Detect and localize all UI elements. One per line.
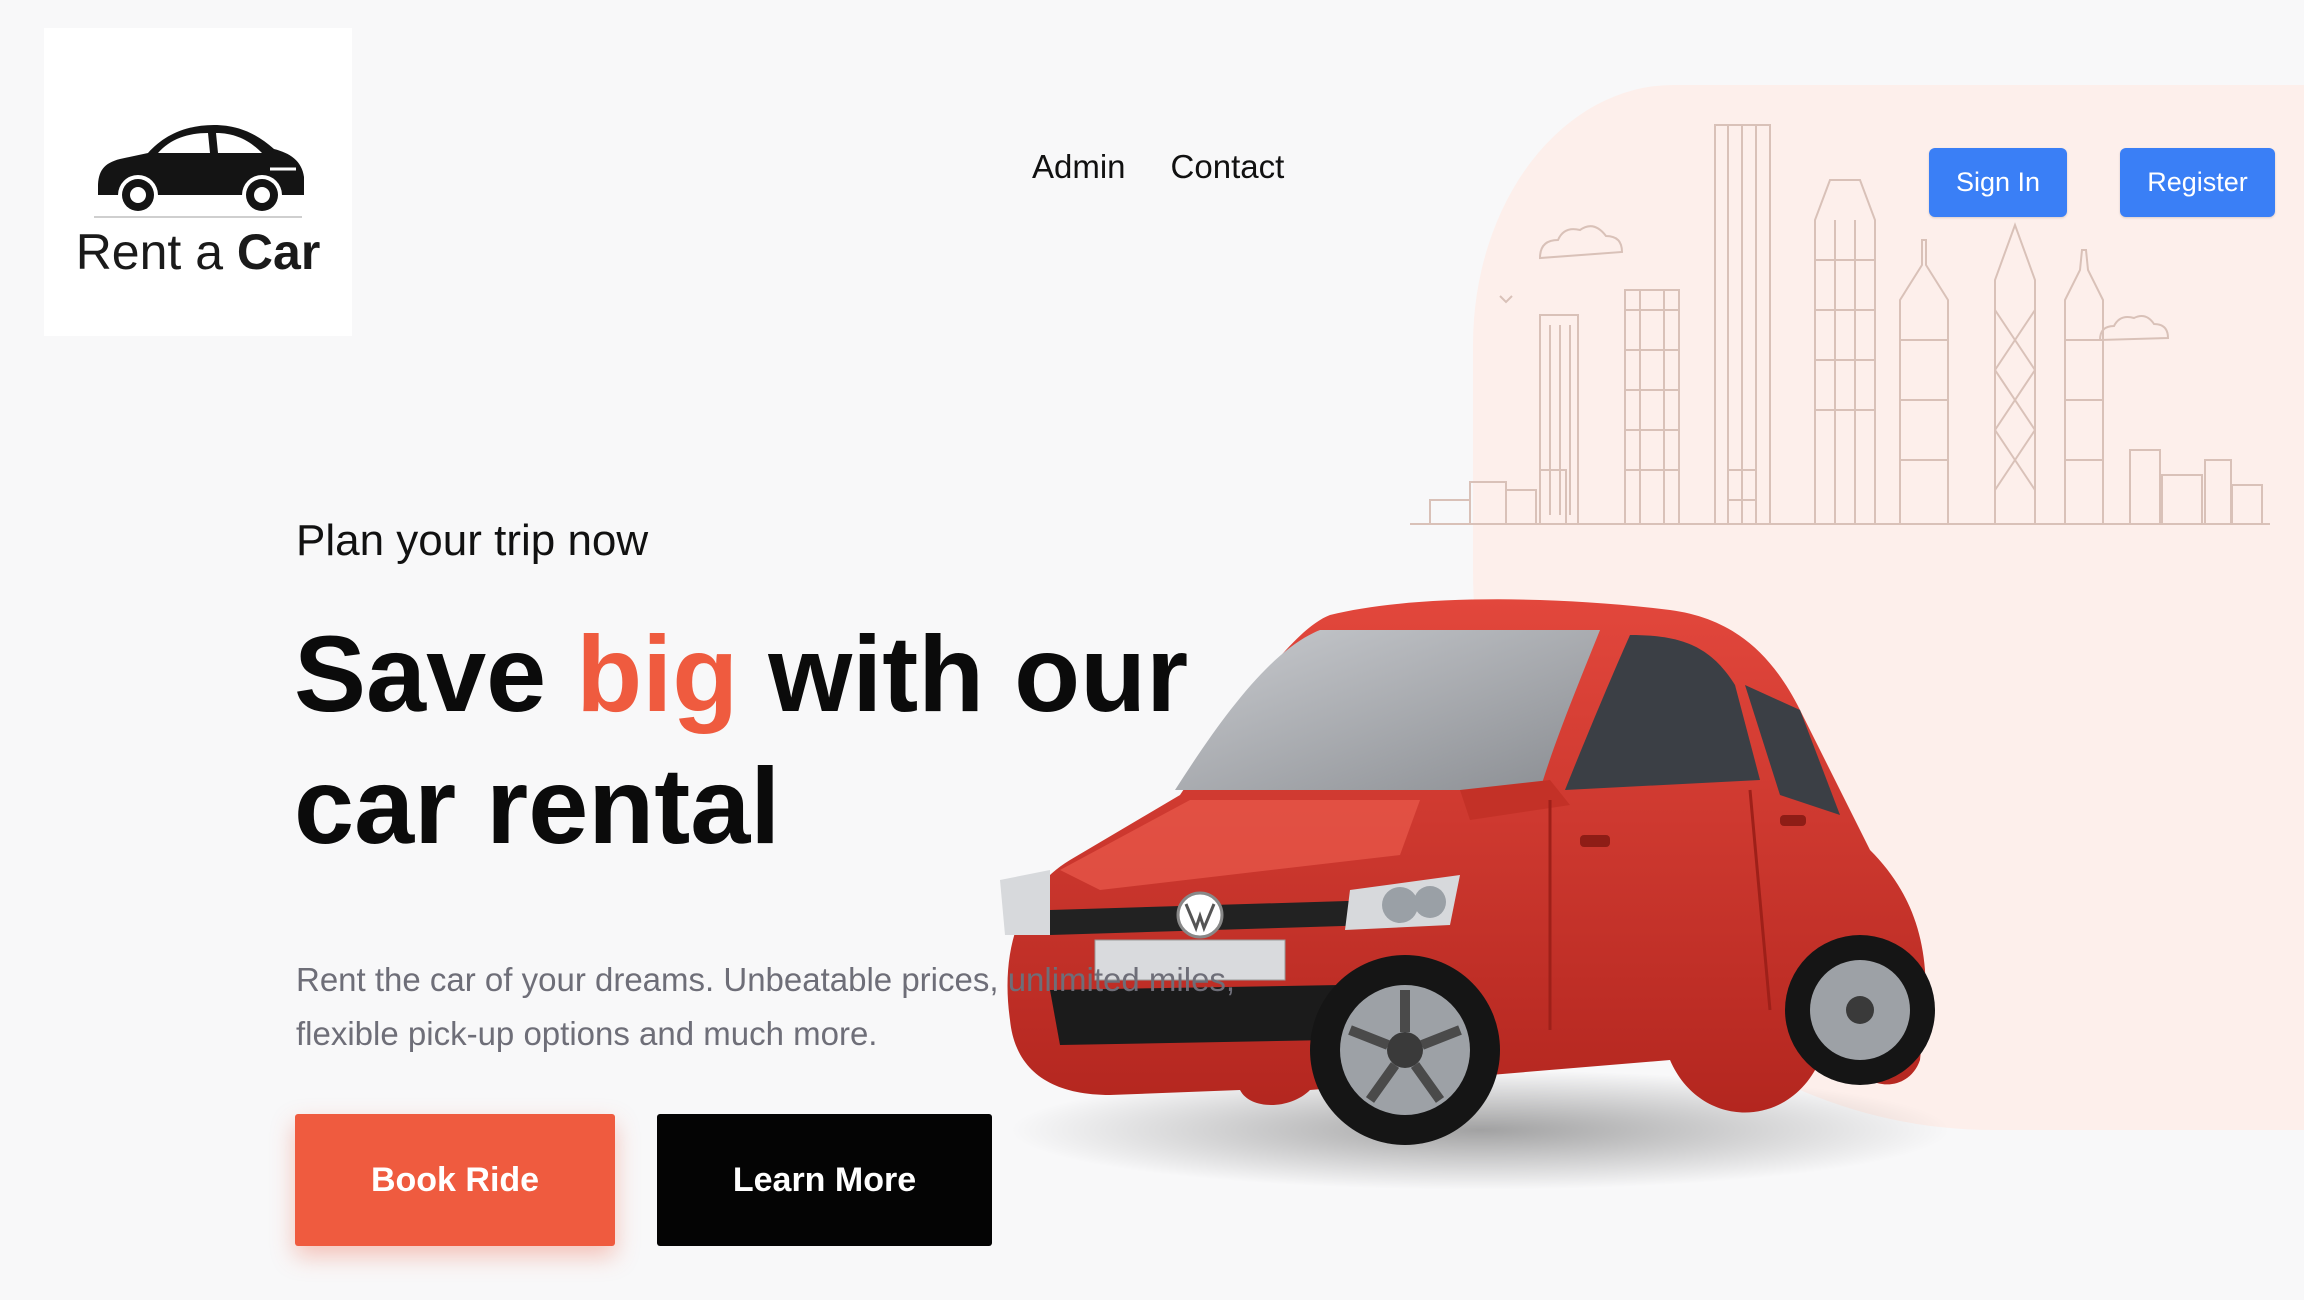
logo-text-prefix: Rent a [75, 224, 237, 280]
logo[interactable]: Rent a Car [44, 28, 352, 336]
hero-title-part1: Save [294, 613, 577, 734]
book-ride-button[interactable]: Book Ride [295, 1114, 615, 1246]
car-silhouette-icon [94, 125, 304, 218]
landing-page: Rent a Car Admin Contact Sign In Registe… [0, 0, 2304, 1300]
logo-text-bold: Car [236, 224, 321, 280]
hero-subtitle: Plan your trip now [296, 516, 649, 565]
main-nav: Admin Contact [1032, 148, 1284, 186]
nav-link-admin[interactable]: Admin [1032, 148, 1126, 186]
hero-title-accent: big [576, 613, 739, 734]
hero-description: Rent the car of your dreams. Unbeatable … [296, 961, 1236, 1052]
red-hatchback-car-image [1000, 599, 1950, 1190]
register-button[interactable]: Register [2120, 148, 2275, 217]
logo-text: Rent a Car [44, 223, 352, 281]
sign-in-button[interactable]: Sign In [1929, 148, 2067, 217]
learn-more-button[interactable]: Learn More [657, 1114, 992, 1246]
nav-link-contact[interactable]: Contact [1171, 148, 1285, 186]
